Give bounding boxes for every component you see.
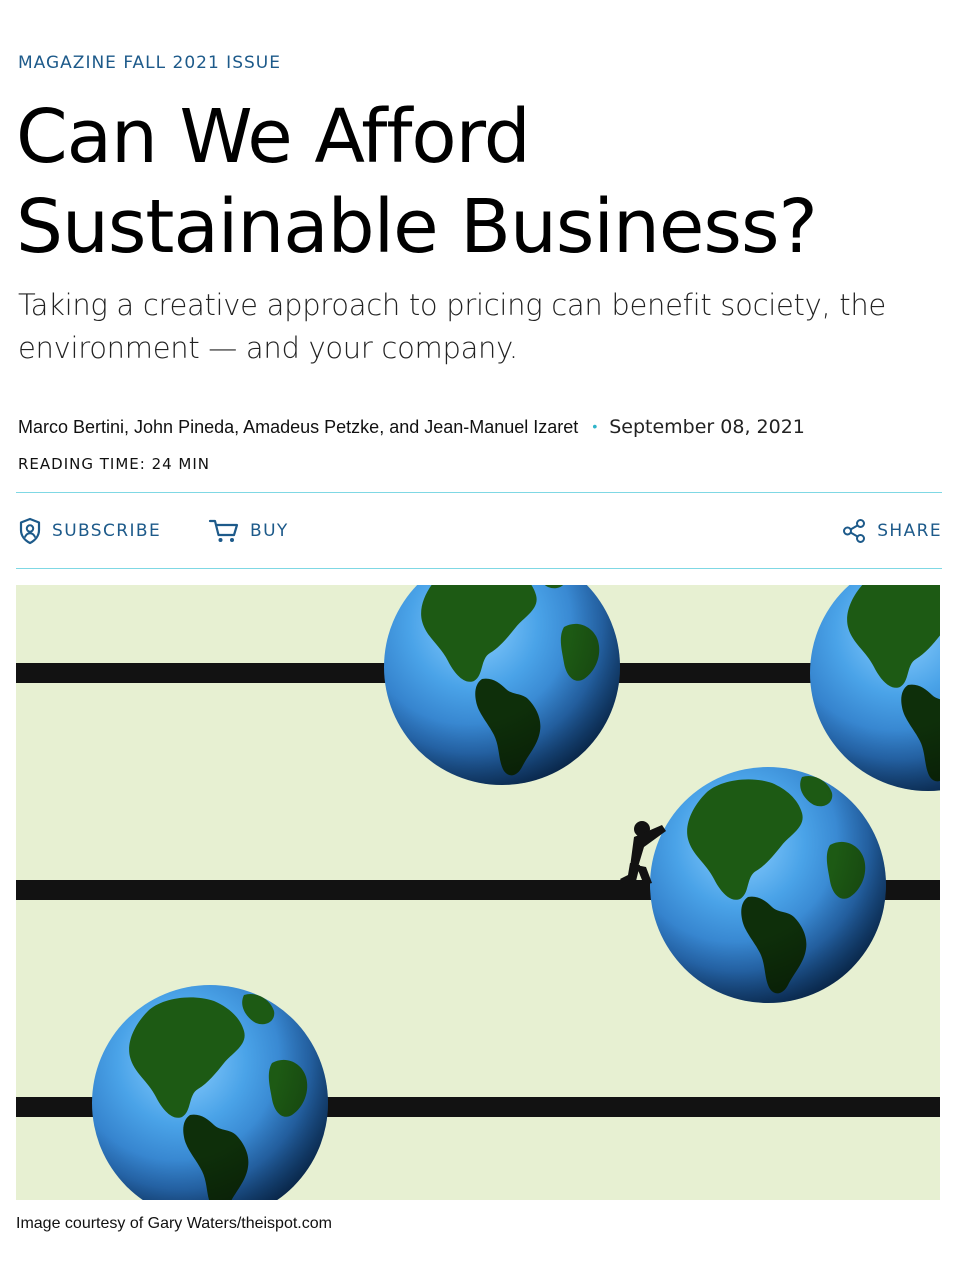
hero-illustration (16, 585, 940, 1200)
divider-top (16, 492, 942, 493)
divider-bottom (16, 568, 942, 569)
subscribe-label: SUBSCRIBE (52, 521, 162, 541)
buy-label: BUY (250, 521, 289, 541)
share-button[interactable]: SHARE (841, 494, 942, 568)
byline-separator: • (592, 418, 598, 434)
shopping-cart-icon (208, 518, 240, 544)
publish-date: September 08, 2021 (609, 416, 805, 438)
article-actions-bar: SUBSCRIBE BUY SHARE (16, 494, 942, 568)
share-label: SHARE (877, 521, 942, 541)
article-title: Can We Afford Sustainable Business? (16, 94, 818, 270)
article-dek: Taking a creative approach to pricing ca… (18, 288, 886, 365)
subscribe-button[interactable]: SUBSCRIBE (18, 494, 161, 568)
buy-button[interactable]: BUY (208, 494, 289, 568)
issue-kicker-link[interactable]: MAGAZINE FALL 2021 ISSUE (18, 53, 281, 73)
byline: Marco Bertini, John Pineda, Amadeus Petz… (18, 414, 805, 439)
hero-illustration-art (16, 585, 940, 1200)
shield-user-icon (18, 517, 42, 545)
reading-time: READING TIME: 24 MIN (18, 455, 211, 473)
share-nodes-icon (841, 518, 867, 544)
image-caption: Image courtesy of Gary Waters/theispot.c… (16, 1215, 332, 1232)
author-list[interactable]: Marco Bertini, John Pineda, Amadeus Petz… (18, 417, 578, 437)
